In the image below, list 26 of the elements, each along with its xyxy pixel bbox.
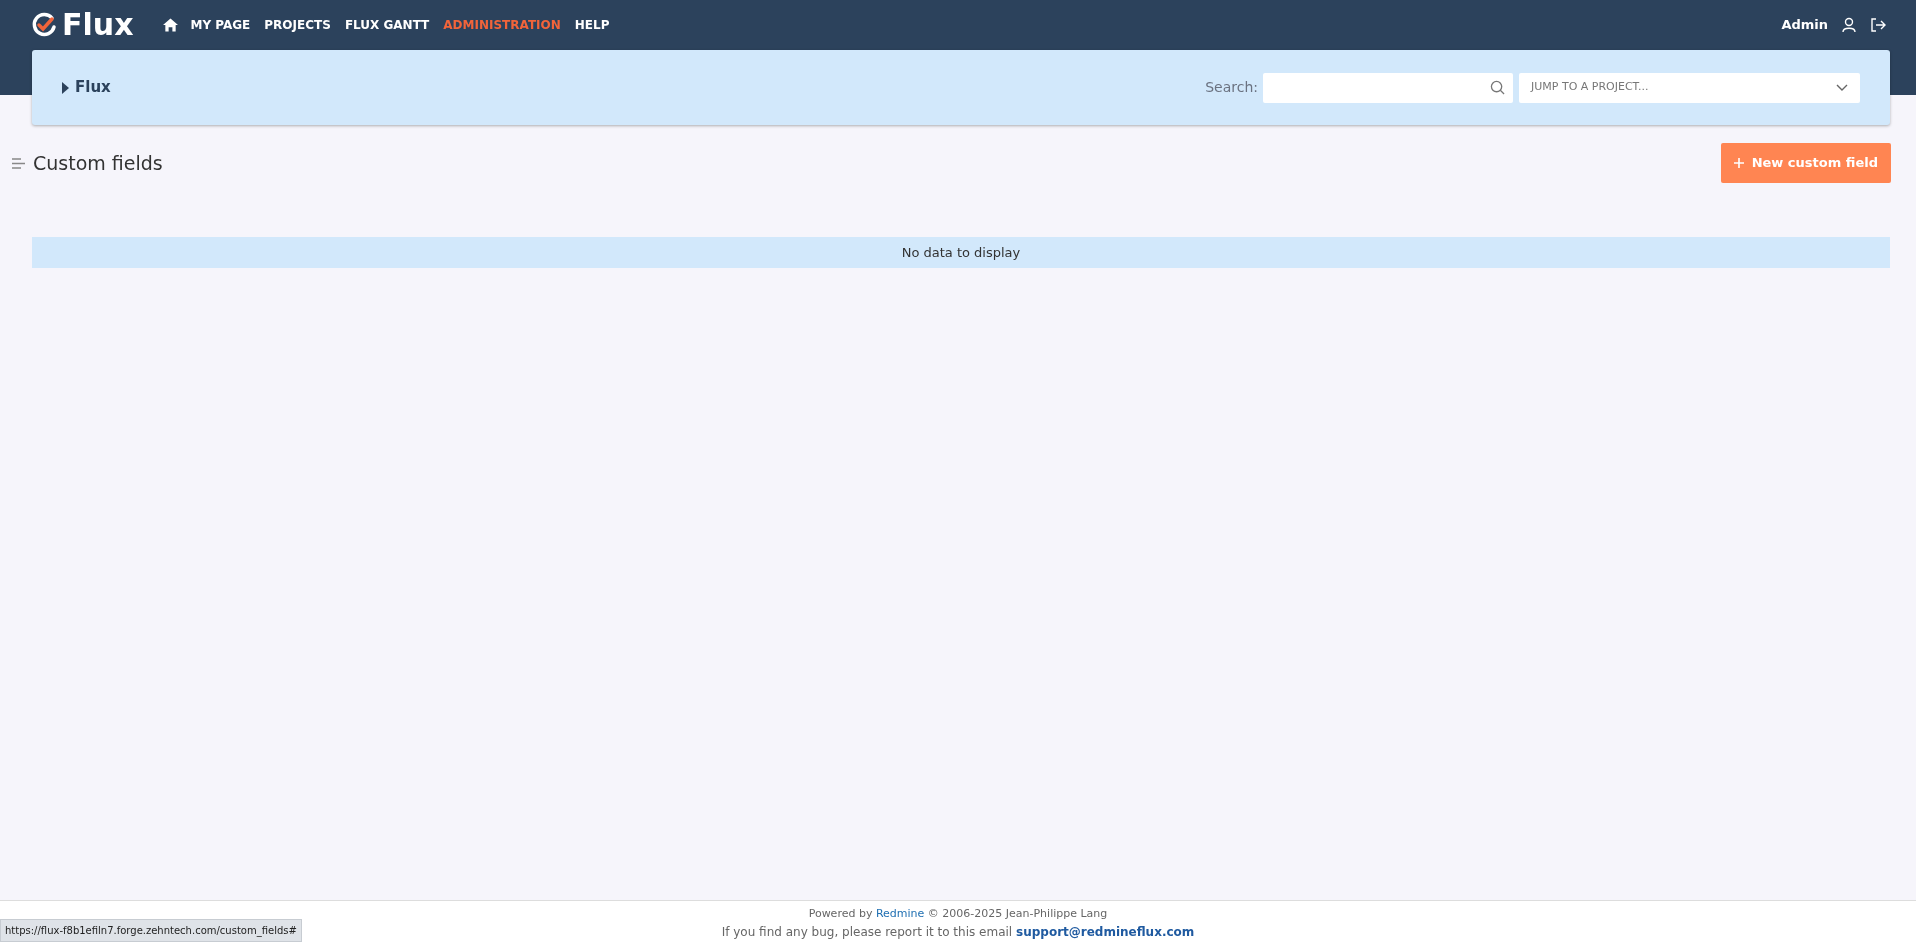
search-label: Search: xyxy=(1205,78,1258,97)
redmine-link[interactable]: Redmine xyxy=(875,906,925,920)
logo-text: Flux xyxy=(62,10,134,40)
user-name[interactable]: Admin xyxy=(1781,15,1828,35)
page-title: Custom fields xyxy=(33,150,163,176)
empty-message: No data to display xyxy=(32,237,1890,268)
caret-icon xyxy=(62,81,69,94)
nav-link[interactable]: HELP xyxy=(574,16,610,34)
powered-by-text: Powered by Redmine © 2006-2025 Jean-Philippe Lang xyxy=(808,905,1108,922)
search-icon xyxy=(1490,80,1505,95)
chevron-icon xyxy=(1836,83,1848,92)
nav-link[interactable]: MY PAGE xyxy=(190,16,251,34)
logo-icon xyxy=(30,11,58,39)
project-name[interactable]: Flux xyxy=(75,76,111,99)
project-dropdown[interactable]: JUMP TO A PROJECT... xyxy=(1519,72,1860,103)
plus-icon xyxy=(1733,158,1744,168)
email-link[interactable]: support@redmineflux.com xyxy=(1016,924,1195,939)
nav-link[interactable]: FLUX GANTT xyxy=(344,16,430,34)
search-field[interactable] xyxy=(1263,72,1513,103)
menu-icon[interactable] xyxy=(12,157,25,169)
bug-report-text: If you find any bug, please report it to this email support@redmineflux.com xyxy=(721,923,1195,941)
nav-link[interactable]: PROJECTS xyxy=(264,16,331,34)
logout-icon[interactable] xyxy=(1870,17,1886,33)
user-icon[interactable] xyxy=(1842,17,1856,33)
status-url: https://flux-f8b1efiln7.forge.zehntech.com/custom_fields# xyxy=(0,919,302,942)
home-icon[interactable] xyxy=(163,18,179,32)
